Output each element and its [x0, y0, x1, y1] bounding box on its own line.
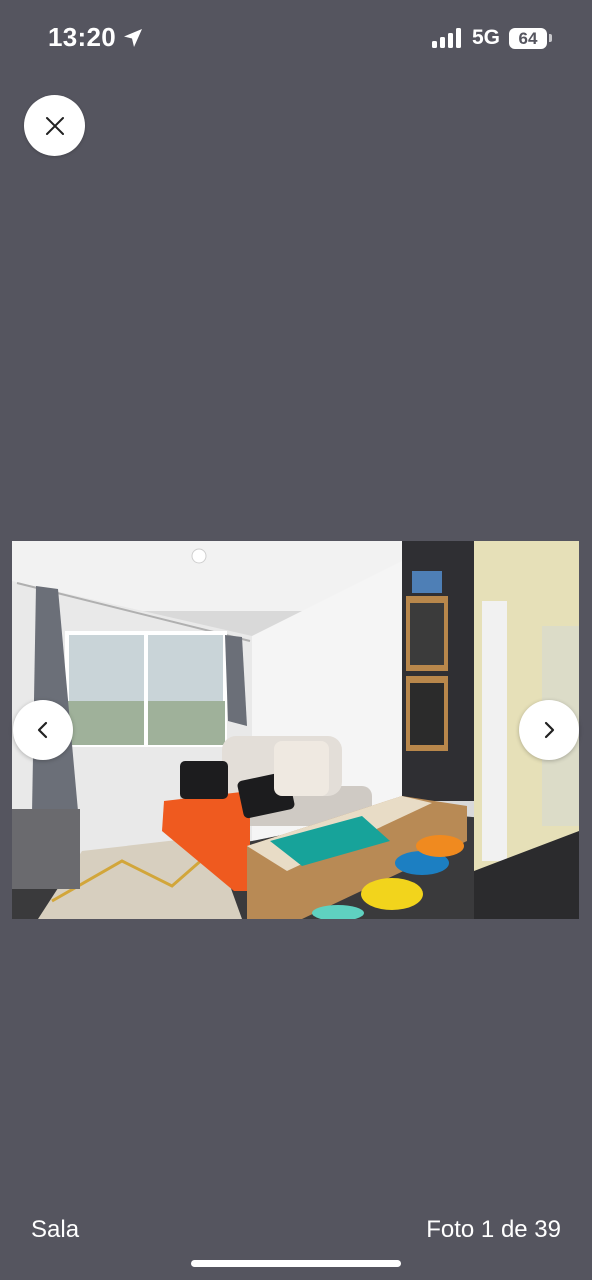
home-indicator[interactable] — [191, 1260, 401, 1267]
signal-bars-icon — [432, 28, 461, 48]
battery-level: 64 — [518, 28, 538, 48]
chevron-left-icon — [37, 721, 48, 739]
photo-caption: Sala — [31, 1216, 80, 1243]
battery-icon: 64 — [509, 28, 547, 49]
network-label: 5G — [472, 26, 501, 49]
close-button[interactable] — [24, 95, 85, 156]
chevron-right-icon — [544, 721, 555, 739]
previous-photo-button[interactable] — [13, 700, 73, 760]
photo-counter: Foto 1 de 39 — [426, 1216, 561, 1243]
next-photo-button[interactable] — [519, 700, 579, 760]
status-bar: 13:20 5G 64 — [0, 0, 592, 80]
status-time: 13:20 — [48, 22, 116, 52]
battery-cap — [549, 34, 552, 42]
gallery-photo[interactable] — [12, 541, 579, 919]
location-arrow-icon — [124, 29, 142, 47]
close-icon — [45, 116, 64, 135]
living-room-photo — [12, 541, 579, 919]
